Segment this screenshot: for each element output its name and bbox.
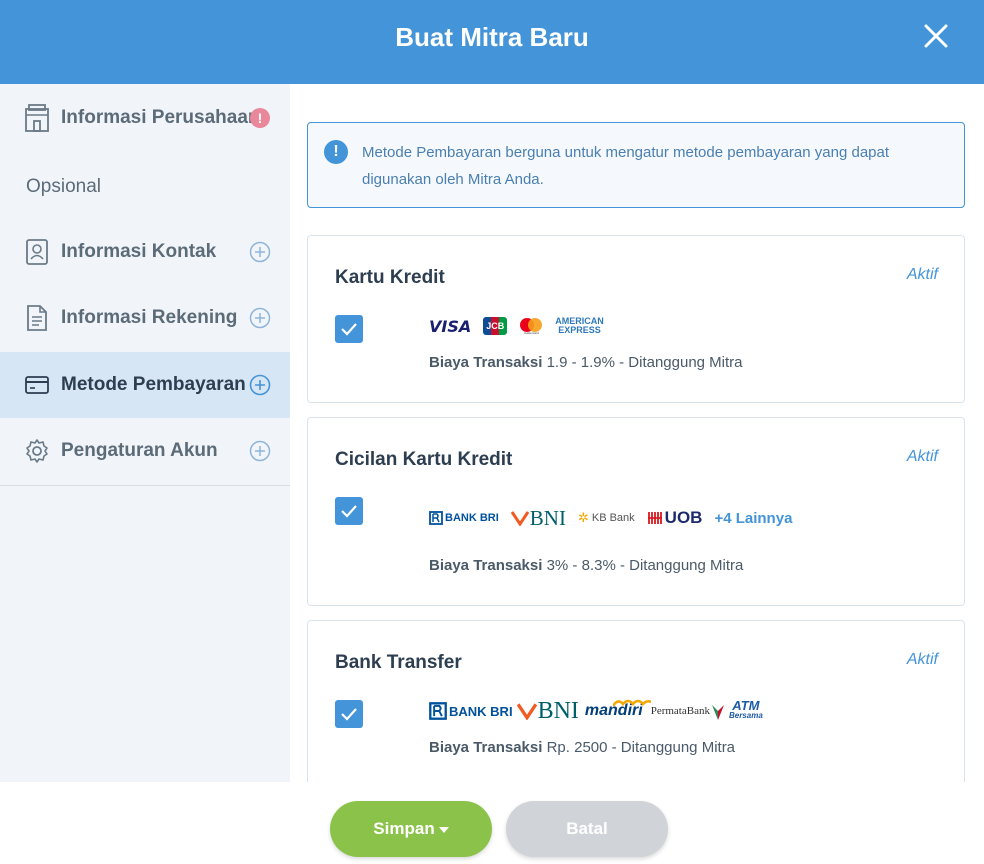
fee-text: Biaya Transaksi Rp. 2500 - Ditanggung Mi… (429, 739, 736, 756)
sidebar-divider (0, 485, 290, 486)
bni-logo: BNI (510, 506, 566, 531)
info-alert-icon: ! (324, 140, 348, 164)
mastercard-logo: mastercard (519, 317, 543, 335)
modal-header: Buat Mitra Baru (0, 0, 984, 84)
sidebar-item-label: Metode Pembayaran (61, 374, 246, 395)
status-badge[interactable]: Aktif (907, 448, 938, 466)
plus-circle-icon[interactable] (249, 307, 271, 329)
more-banks-link[interactable]: +4 Lainnya (714, 510, 792, 527)
visa-logo: VISA (429, 316, 472, 336)
sidebar-item-label: Informasi Perusahaan (61, 107, 260, 128)
card-title: Kartu Kredit (335, 267, 445, 288)
modal-title: Buat Mitra Baru (395, 22, 589, 52)
amex-logo: AMERICAN EXPRESS (555, 316, 604, 335)
sidebar-item-informasi-rekening[interactable]: Informasi Rekening (0, 285, 290, 351)
checkbox-cicilan-kartu-kredit[interactable] (335, 497, 363, 525)
warning-icon: ! (250, 108, 270, 128)
sidebar-item-label: Pengaturan Akun (61, 440, 218, 461)
fee-text: Biaya Transaksi 3% - 8.3% - Ditanggung M… (429, 557, 744, 574)
checkbox-bank-transfer[interactable] (335, 700, 363, 728)
close-icon[interactable] (920, 20, 952, 52)
payment-card-cicilan-kartu-kredit: Cicilan Kartu Kredit Aktif BANK BRI BNI … (307, 417, 965, 606)
sidebar-item-informasi-kontak[interactable]: Informasi Kontak (0, 219, 290, 285)
document-icon (24, 304, 50, 332)
atm-bersama-logo: ATM Bersama (728, 698, 763, 720)
sidebar-item-label: Informasi Kontak (61, 241, 217, 262)
logo-row: VISA JCB mastercard AMERICAN EXPRESS (429, 311, 616, 341)
status-badge[interactable]: Aktif (907, 651, 938, 669)
sidebar-item-metode-pembayaran[interactable]: Metode Pembayaran (0, 352, 290, 418)
logo-row: BANK BRI BNI ✲ KB Bank UOB +4 Lainnya (429, 503, 792, 533)
mandiri-logo: mandiri (585, 699, 651, 720)
sidebar-item-label: Informasi Rekening (61, 307, 238, 328)
sidebar-item-pengaturan-akun[interactable]: Pengaturan Akun (0, 418, 290, 484)
card-title: Bank Transfer (335, 652, 462, 673)
bni-logo: BNI (516, 698, 579, 725)
info-alert-text: Metode Pembayaran berguna untuk mengatur… (362, 144, 890, 188)
fee-text: Biaya Transaksi 1.9 - 1.9% - Ditanggung … (429, 354, 743, 371)
status-badge[interactable]: Aktif (907, 266, 938, 284)
section-label-opsional: Opsional (26, 176, 101, 197)
logo-row: BANK BRI BNI mandiri PermataBank ATM Ber… (429, 696, 775, 726)
payment-card-kartu-kredit: Kartu Kredit Aktif VISA JCB mastercard A… (307, 235, 965, 403)
gear-icon (24, 437, 50, 465)
uob-logo: UOB (647, 508, 702, 528)
main-content: ! Metode Pembayaran berguna untuk mengat… (290, 84, 984, 782)
modal-footer: Simpan Batal (0, 782, 984, 864)
sidebar-item-informasi-perusahaan[interactable]: Informasi Perusahaan ! (0, 85, 290, 151)
save-button[interactable]: Simpan (330, 801, 492, 857)
chevron-down-icon (438, 826, 449, 833)
payment-card-bank-transfer: Bank Transfer Aktif BANK BRI BNI mandiri… (307, 620, 965, 782)
plus-circle-icon[interactable] (249, 374, 271, 396)
info-alert: ! Metode Pembayaran berguna untuk mengat… (307, 122, 965, 208)
card-title: Cicilan Kartu Kredit (335, 449, 513, 470)
sidebar: Informasi Perusahaan ! Opsional Informas… (0, 84, 290, 782)
building-icon (24, 104, 50, 132)
jcb-logo: JCB (483, 317, 508, 335)
cancel-button[interactable]: Batal (506, 801, 668, 857)
kb-bank-logo: ✲ KB Bank (577, 510, 635, 525)
bank-bri-logo: BANK BRI (429, 511, 499, 525)
contact-card-icon (24, 238, 50, 266)
permata-bank-logo: PermataBank (651, 702, 725, 720)
credit-card-icon (24, 371, 50, 399)
plus-circle-icon[interactable] (249, 440, 271, 462)
plus-circle-icon[interactable] (249, 241, 271, 263)
bank-bri-logo: BANK BRI (429, 702, 513, 720)
checkbox-kartu-kredit[interactable] (335, 315, 363, 343)
